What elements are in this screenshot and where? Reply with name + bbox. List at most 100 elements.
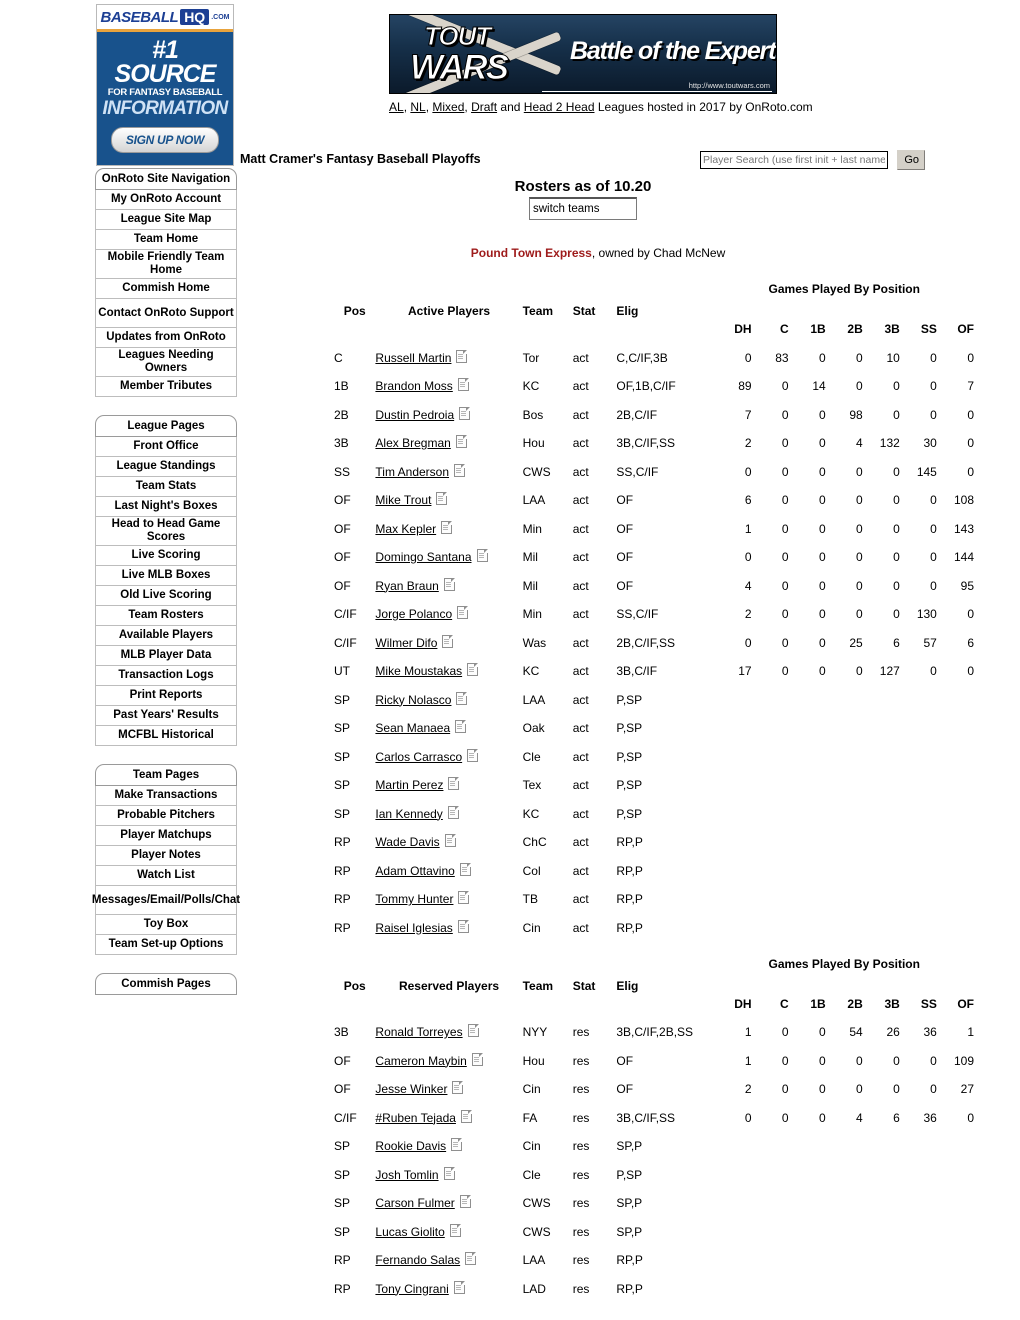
league-link-nl[interactable]: NL: [410, 100, 425, 114]
search-go-button[interactable]: Go: [897, 150, 926, 170]
player-name-link[interactable]: Carson Fulmer: [375, 1196, 454, 1210]
player-name-link[interactable]: Cameron Maybin: [375, 1054, 466, 1068]
sidebar-item-my-onroto-account[interactable]: My OnRoto Account: [95, 190, 237, 210]
sidebar-item-team-set-up-options[interactable]: Team Set-up Options: [95, 935, 237, 955]
team-name[interactable]: Pound Town Express: [471, 246, 592, 260]
league-link-mixed[interactable]: Mixed: [432, 100, 464, 114]
sidebar-item-team-stats[interactable]: Team Stats: [95, 477, 237, 497]
player-notes-document-icon[interactable]: [455, 720, 467, 733]
player-notes-document-icon[interactable]: [471, 1052, 483, 1066]
sidebar-group-header[interactable]: Team Pages: [95, 764, 237, 786]
sidebar-item-player-matchups[interactable]: Player Matchups: [95, 826, 237, 846]
player-notes-document-icon[interactable]: [457, 378, 469, 391]
player-notes-document-icon[interactable]: [453, 1280, 465, 1294]
player-name-link[interactable]: Wade Davis: [375, 835, 439, 849]
player-notes-document-icon[interactable]: [454, 463, 466, 477]
sidebar-item-mobile-friendly-team-home[interactable]: Mobile Friendly Team Home: [95, 250, 237, 279]
player-notes-document-icon[interactable]: [465, 1252, 477, 1265]
sidebar-item-probable-pitchers[interactable]: Probable Pitchers: [95, 806, 237, 826]
player-name-link[interactable]: Ronald Torreyes: [375, 1025, 462, 1039]
sidebar-item-member-tributes[interactable]: Member Tributes: [95, 377, 237, 397]
sign-up-now-button[interactable]: SIGN UP NOW: [111, 127, 219, 153]
sidebar-item-watch-list[interactable]: Watch List: [95, 866, 237, 886]
player-name-link[interactable]: Rookie Davis: [375, 1139, 446, 1153]
player-name-link[interactable]: Tim Anderson: [375, 465, 449, 479]
sidebar-item-mlb-player-data[interactable]: MLB Player Data: [95, 646, 237, 666]
player-name-link[interactable]: Domingo Santana: [375, 550, 471, 564]
toutwars-logo-banner[interactable]: TOUT WARS Battle of the Experts http://w…: [389, 14, 777, 94]
sidebar-item-messages-email-polls-chat[interactable]: Messages/Email/Polls/Chat: [92, 886, 240, 915]
player-name-link[interactable]: Josh Tomlin: [375, 1168, 438, 1182]
sidebar-item-player-notes[interactable]: Player Notes: [95, 846, 237, 866]
sidebar-group-header[interactable]: OnRoto Site Navigation: [95, 168, 237, 190]
player-name-link[interactable]: Raisel Iglesias: [375, 921, 452, 935]
player-notes-document-icon[interactable]: [455, 435, 467, 448]
player-notes-document-icon[interactable]: [444, 834, 456, 847]
sidebar-item-commish-home[interactable]: Commish Home: [95, 279, 237, 299]
player-name-link[interactable]: Tony Cingrani: [375, 1282, 448, 1296]
player-name-link[interactable]: Mike Trout: [375, 493, 431, 507]
player-notes-document-icon[interactable]: [447, 805, 459, 819]
player-name-link[interactable]: Sean Manaea: [375, 721, 450, 735]
player-notes-document-icon[interactable]: [456, 349, 468, 363]
player-notes-document-icon[interactable]: [456, 691, 468, 705]
player-name-link[interactable]: Wilmer Difo: [375, 636, 437, 650]
player-notes-document-icon[interactable]: [460, 1109, 472, 1123]
sidebar-item-front-office[interactable]: Front Office: [95, 437, 237, 457]
player-name-link[interactable]: Max Kepler: [375, 522, 436, 536]
sidebar-item-league-standings[interactable]: League Standings: [95, 457, 237, 477]
player-notes-document-icon[interactable]: [451, 1138, 463, 1151]
player-name-link[interactable]: #Ruben Tejada: [375, 1111, 456, 1125]
sidebar-group-header[interactable]: Commish Pages: [95, 973, 237, 995]
player-notes-document-icon[interactable]: [457, 606, 469, 619]
player-name-link[interactable]: Jesse Winker: [375, 1082, 447, 1096]
league-link-draft[interactable]: Draft: [471, 100, 497, 114]
sidebar-item-leagues-needing-owners[interactable]: Leagues Needing Owners: [95, 348, 237, 377]
player-name-link[interactable]: Alex Bregman: [375, 436, 450, 450]
player-name-link[interactable]: Adam Ottavino: [375, 864, 454, 878]
player-name-link[interactable]: Brandon Moss: [375, 379, 452, 393]
player-notes-document-icon[interactable]: [436, 492, 448, 505]
sidebar-item-league-site-map[interactable]: League Site Map: [95, 210, 237, 230]
player-notes-document-icon[interactable]: [459, 406, 471, 420]
sidebar-item-print-reports[interactable]: Print Reports: [95, 686, 237, 706]
player-notes-document-icon[interactable]: [449, 1223, 461, 1237]
player-name-link[interactable]: Russell Martin: [375, 351, 451, 365]
player-name-link[interactable]: Ian Kennedy: [375, 807, 442, 821]
player-name-link[interactable]: Dustin Pedroia: [375, 408, 454, 422]
player-notes-document-icon[interactable]: [467, 1024, 479, 1037]
player-name-link[interactable]: Tommy Hunter: [375, 892, 453, 906]
league-link-al[interactable]: AL: [389, 100, 404, 114]
player-notes-document-icon[interactable]: [467, 748, 479, 762]
player-notes-document-icon[interactable]: [441, 520, 453, 534]
sidebar-item-toy-box[interactable]: Toy Box: [95, 915, 237, 935]
sidebar-item-contact-onroto-support[interactable]: Contact OnRoto Support: [95, 299, 237, 328]
player-name-link[interactable]: Ricky Nolasco: [375, 693, 451, 707]
player-notes-document-icon[interactable]: [459, 862, 471, 876]
sidebar-group-header[interactable]: League Pages: [95, 415, 237, 437]
player-notes-document-icon[interactable]: [443, 1166, 455, 1180]
player-name-link[interactable]: Mike Moustakas: [375, 664, 462, 678]
switch-teams-select[interactable]: [529, 197, 637, 220]
player-search-input[interactable]: [700, 151, 888, 169]
sidebar-item-make-transactions[interactable]: Make Transactions: [95, 786, 237, 806]
league-link-head2head[interactable]: Head 2 Head: [524, 100, 595, 114]
sidebar-item-old-live-scoring[interactable]: Old Live Scoring: [95, 586, 237, 606]
sidebar-item-last-night-s-boxes[interactable]: Last Night's Boxes: [95, 497, 237, 517]
sidebar-item-head-to-head-game-scores[interactable]: Head to Head Game Scores: [95, 517, 237, 546]
player-name-link[interactable]: Carlos Carrasco: [375, 750, 462, 764]
player-notes-document-icon[interactable]: [467, 663, 479, 676]
player-notes-document-icon[interactable]: [457, 919, 469, 933]
sidebar-item-live-scoring[interactable]: Live Scoring: [95, 546, 237, 566]
player-name-link[interactable]: Martin Perez: [375, 778, 443, 792]
player-name-link[interactable]: Ryan Braun: [375, 579, 438, 593]
player-notes-document-icon[interactable]: [452, 1081, 464, 1094]
sidebar-item-past-years-results[interactable]: Past Years' Results: [95, 706, 237, 726]
player-notes-document-icon[interactable]: [476, 549, 488, 562]
sidebar-item-mcfbl-historical[interactable]: MCFBL Historical: [95, 726, 237, 746]
sidebar-item-team-home[interactable]: Team Home: [95, 230, 237, 250]
baseballhq-ad-banner[interactable]: BASEBALL HQ .COM #1 SOURCE FOR FANTASY B…: [96, 4, 234, 166]
player-notes-document-icon[interactable]: [443, 577, 455, 591]
player-name-link[interactable]: Lucas Giolito: [375, 1225, 444, 1239]
player-notes-document-icon[interactable]: [459, 1195, 471, 1208]
